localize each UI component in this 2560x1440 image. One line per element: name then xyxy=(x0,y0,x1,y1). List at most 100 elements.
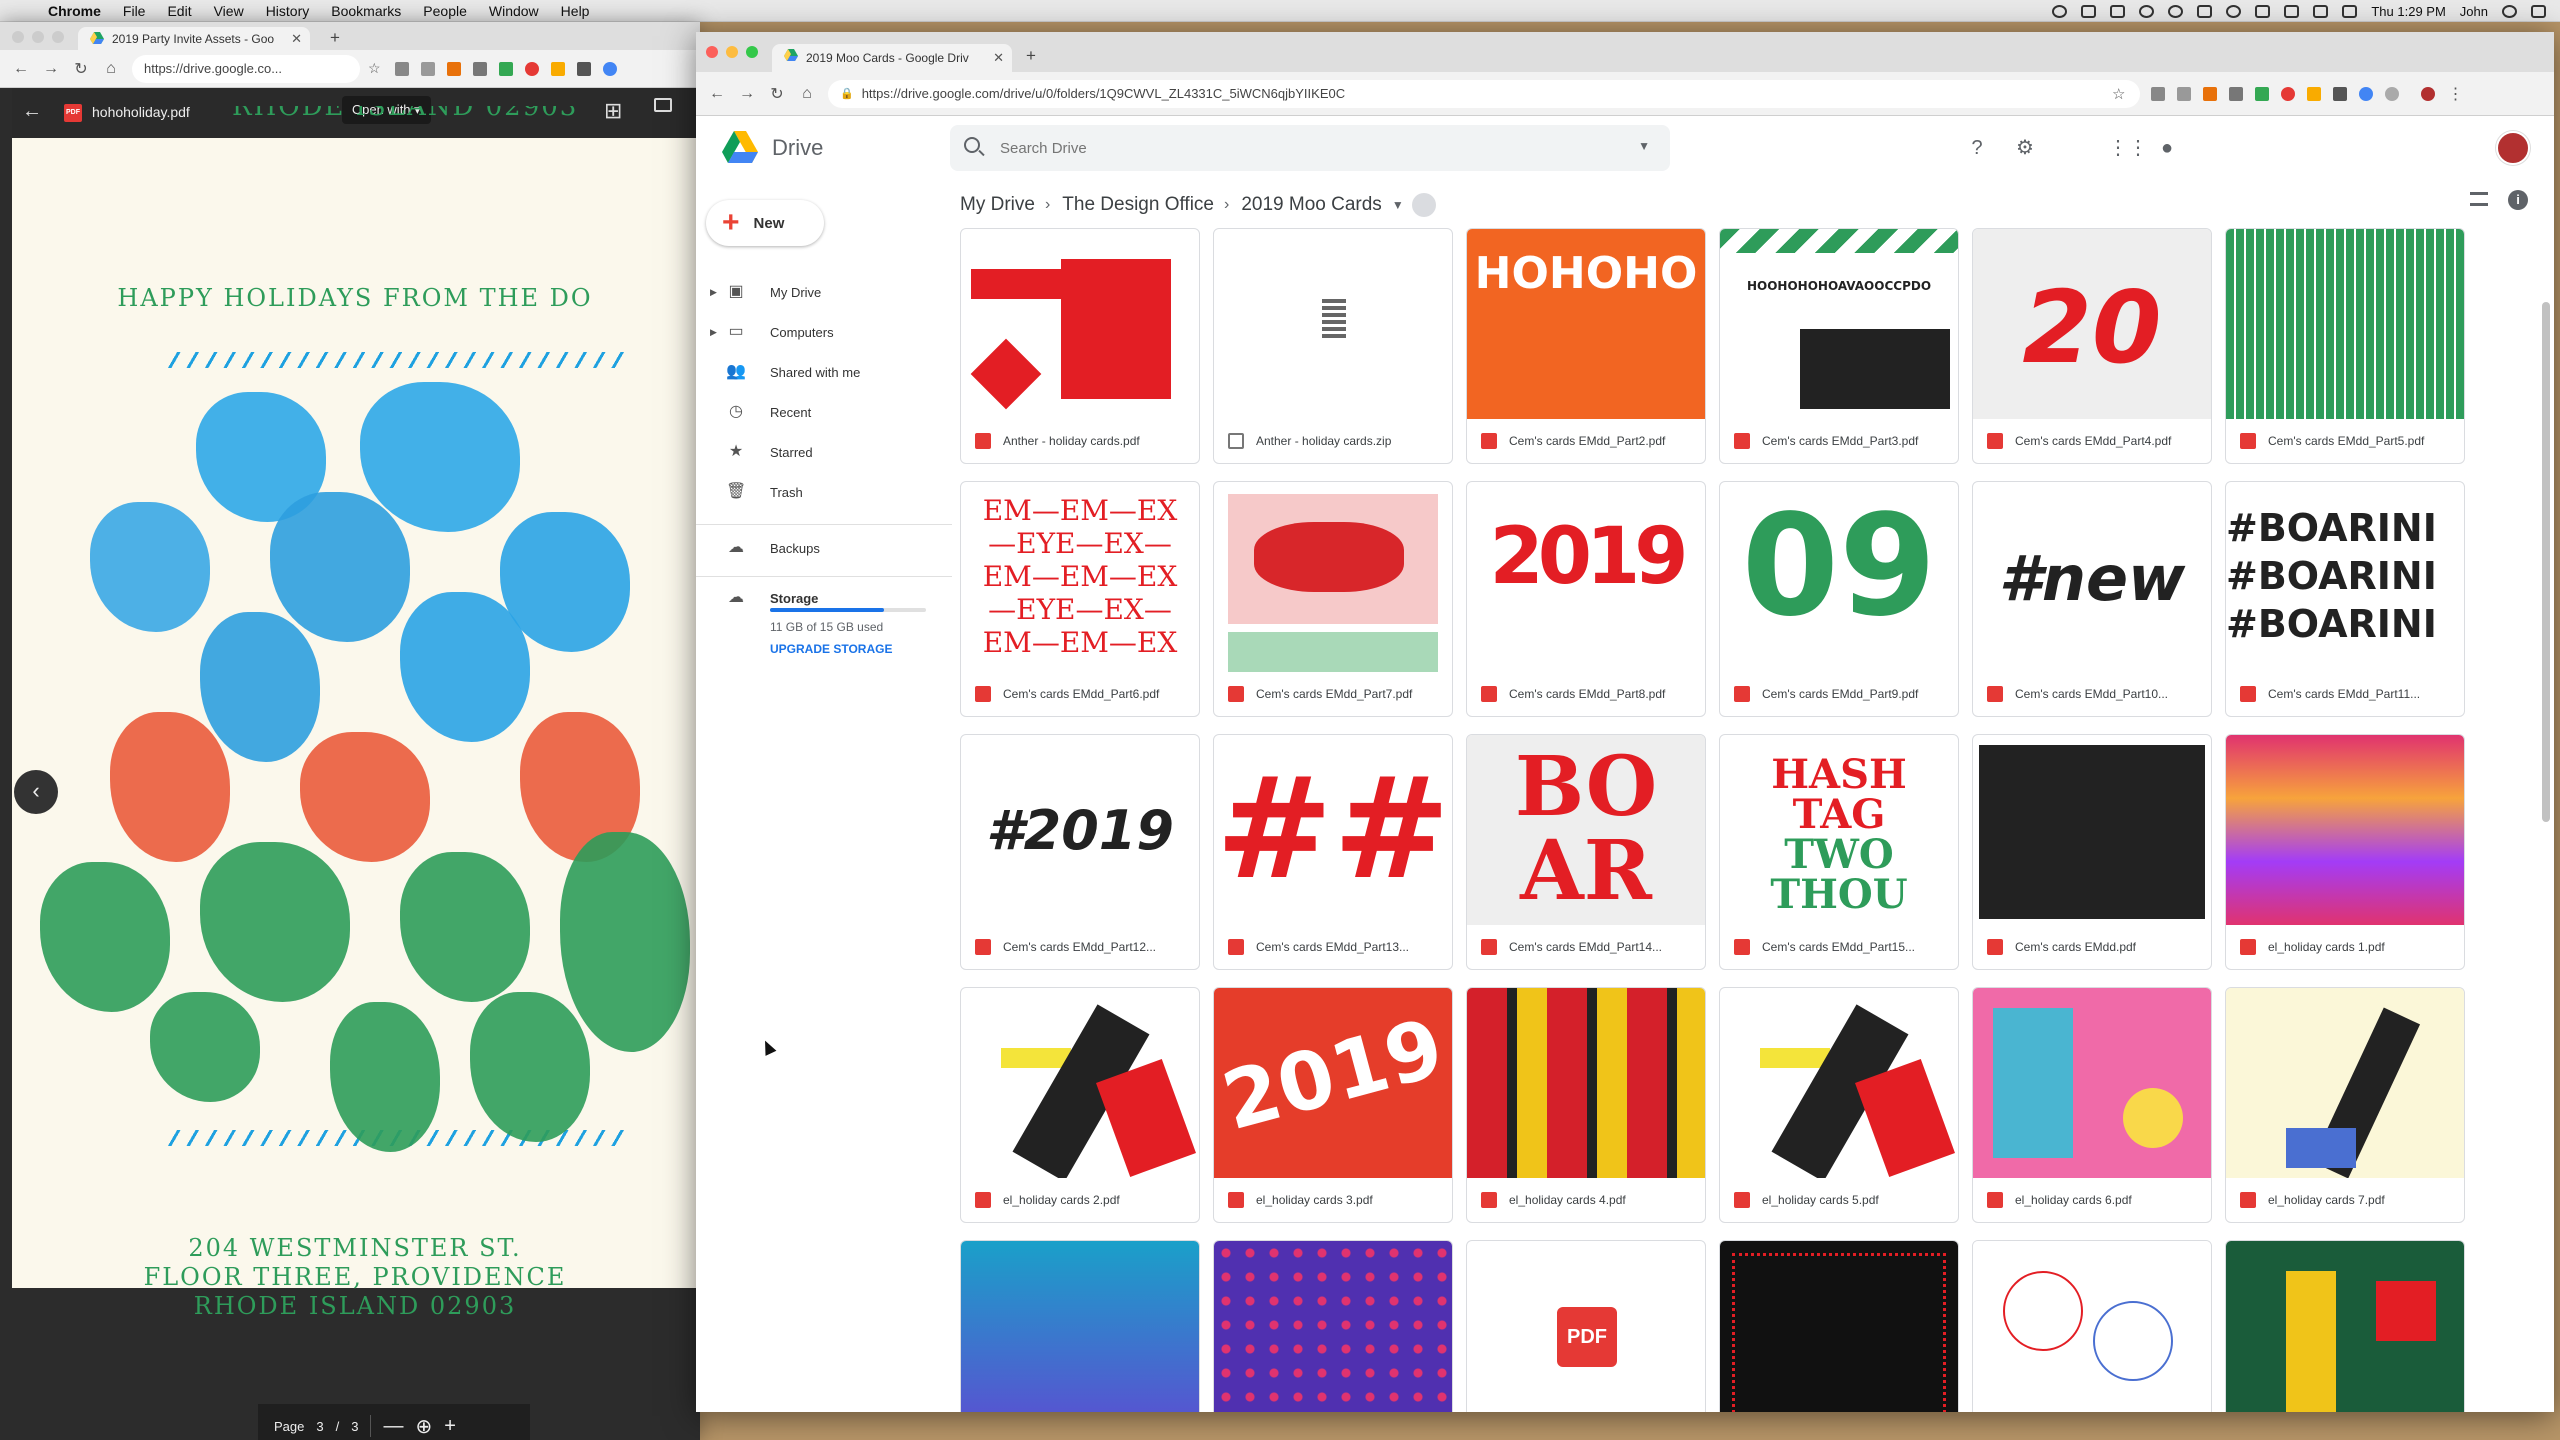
search-bar[interactable]: ▼ xyxy=(950,125,1670,171)
file-thumbnail[interactable] xyxy=(2226,229,2464,419)
file-thumbnail[interactable]: 09 xyxy=(1720,482,1958,672)
file-thumbnail[interactable] xyxy=(961,1241,1199,1412)
expand-caret-icon[interactable]: ▶ xyxy=(710,287,717,298)
chevron-down-icon[interactable]: ▼ xyxy=(1392,198,1404,212)
reload-icon[interactable]: ↻ xyxy=(768,84,786,104)
help-icon[interactable]: ? xyxy=(1966,137,1988,159)
extension-icon[interactable] xyxy=(2385,86,2400,101)
file-thumbnail[interactable] xyxy=(961,229,1199,419)
file-card[interactable]: 09 Cem's cards EMdd_Part9.pdf xyxy=(1719,481,1959,717)
file-card[interactable]: HASH TAG TWO THOU Cem's cards EMdd_Part15... xyxy=(1719,734,1959,970)
new-tab-icon[interactable]: + xyxy=(1026,46,1036,66)
file-thumbnail[interactable] xyxy=(2226,735,2464,925)
file-card[interactable] xyxy=(1972,1240,2212,1412)
file-card[interactable] xyxy=(960,1240,1200,1412)
clock[interactable]: Thu 1:29 PM xyxy=(2371,4,2445,19)
file-thumbnail[interactable] xyxy=(2226,988,2464,1178)
menu-history[interactable]: History xyxy=(266,3,310,19)
info-icon[interactable]: i xyxy=(2508,190,2528,210)
file-thumbnail[interactable]: ## xyxy=(1214,735,1452,925)
extension-icon[interactable] xyxy=(550,61,565,76)
file-card[interactable]: EM—EM—EX —EYE—EX— EM—EM—EX —EYE—EX— EM—EM—EX… xyxy=(960,481,1200,717)
search-input[interactable] xyxy=(1000,125,1620,171)
page-current[interactable]: 3 xyxy=(316,1419,323,1434)
file-card[interactable]: #new Cem's cards EMdd_Part10... xyxy=(1972,481,2212,717)
settings-gear-icon[interactable]: ⚙ xyxy=(2014,137,2036,159)
file-thumbnail[interactable]: 2019 xyxy=(1214,988,1452,1178)
sidebar-item-computers[interactable]: ▶ ▭ Computers xyxy=(696,314,952,350)
close-window-icon[interactable] xyxy=(12,31,24,43)
file-thumbnail[interactable] xyxy=(1973,988,2211,1178)
extension-icon[interactable] xyxy=(420,61,435,76)
file-card[interactable]: Anther - holiday cards.zip xyxy=(1213,228,1453,464)
back-icon[interactable]: ← xyxy=(12,60,30,78)
sidebar-item-backups[interactable]: ☁ Backups xyxy=(696,530,952,566)
file-card[interactable]: Cem's cards EMdd_Part5.pdf xyxy=(2225,228,2465,464)
file-thumbnail[interactable] xyxy=(1973,735,2211,925)
zoom-in-icon[interactable]: + xyxy=(444,1415,456,1438)
back-icon[interactable]: ← xyxy=(708,85,726,103)
tab-party-invite-assets[interactable]: 2019 Party Invite Assets - Goo ✕ xyxy=(78,27,310,50)
file-thumbnail[interactable] xyxy=(961,988,1199,1178)
file-thumbnail[interactable]: 20 xyxy=(1973,229,2211,419)
extension-icon[interactable] xyxy=(2281,86,2296,101)
previous-file-button[interactable]: ‹ xyxy=(14,770,58,814)
reload-icon[interactable]: ↻ xyxy=(72,59,90,79)
file-thumbnail[interactable] xyxy=(1214,1241,1452,1412)
notifications-icon[interactable]: ● xyxy=(2156,137,2178,159)
address-bar[interactable]: 🔒 https://drive.google.com/drive/u/0/fol… xyxy=(828,79,2140,108)
upgrade-storage-link[interactable]: UPGRADE STORAGE xyxy=(770,642,926,656)
google-drive-logo[interactable] xyxy=(722,131,758,163)
file-thumbnail[interactable] xyxy=(1214,482,1452,672)
extension-icon[interactable] xyxy=(2307,86,2322,101)
extension-icon[interactable] xyxy=(524,61,539,76)
forward-icon[interactable]: → xyxy=(738,85,756,103)
new-tab-icon[interactable]: + xyxy=(330,28,340,48)
menu-bookmarks[interactable]: Bookmarks xyxy=(331,3,401,19)
user-name[interactable]: John xyxy=(2460,4,2488,19)
scrollbar[interactable] xyxy=(2542,302,2550,822)
chrome-menu-icon[interactable]: ⋮ xyxy=(2447,84,2463,104)
file-card[interactable]: PDF xyxy=(1466,1240,1706,1412)
zoom-window-icon[interactable] xyxy=(52,31,64,43)
file-card[interactable]: 2019 el_holiday cards 3.pdf xyxy=(1213,987,1453,1223)
file-thumbnail[interactable]: #new xyxy=(1973,482,2211,672)
menu-edit[interactable]: Edit xyxy=(167,3,191,19)
file-thumbnail[interactable]: BO AR xyxy=(1467,735,1705,925)
extension-icon[interactable] xyxy=(2359,86,2374,101)
close-window-icon[interactable] xyxy=(706,46,718,58)
file-thumbnail[interactable] xyxy=(2226,1241,2464,1412)
file-card[interactable] xyxy=(1213,1240,1453,1412)
extension-icon[interactable] xyxy=(2177,86,2192,101)
file-thumbnail[interactable] xyxy=(1720,1241,1958,1412)
address-bar[interactable]: https://drive.google.co... xyxy=(132,54,360,83)
shared-folder-icon[interactable] xyxy=(1411,193,1436,217)
notification-center-icon[interactable] xyxy=(2531,4,2546,18)
file-thumbnail[interactable]: PDF xyxy=(1467,1241,1705,1412)
search-icon[interactable] xyxy=(964,137,980,153)
home-icon[interactable]: ⌂ xyxy=(102,60,120,78)
file-card[interactable]: #BOARINI #BOARINI #BOARINI Cem's cards EMdd… xyxy=(2225,481,2465,717)
file-card[interactable] xyxy=(2225,1240,2465,1412)
new-button[interactable]: + New xyxy=(706,200,824,246)
file-thumbnail[interactable]: EM—EM—EX —EYE—EX— EM—EM—EX —EYE—EX— EM—EM—EX xyxy=(961,482,1199,672)
drive-title[interactable]: Drive xyxy=(772,135,823,161)
forward-icon[interactable]: → xyxy=(42,60,60,78)
status-icon[interactable] xyxy=(2052,4,2068,18)
list-view-icon[interactable] xyxy=(2470,192,2488,206)
extension-icon[interactable] xyxy=(2203,86,2218,101)
menu-file[interactable]: File xyxy=(123,3,146,19)
apps-grid-icon[interactable]: ⋮⋮ xyxy=(2108,137,2148,159)
file-card[interactable]: HOOHOHOHOAVAOOCCPDO Cem's cards EMdd_Part… xyxy=(1719,228,1959,464)
close-tab-icon[interactable]: ✕ xyxy=(291,31,302,47)
breadcrumb-current-folder[interactable]: 2019 Moo Cards xyxy=(1241,194,1381,216)
wifi-icon[interactable] xyxy=(2226,4,2242,18)
extension-icon[interactable] xyxy=(394,61,409,76)
extension-icon[interactable] xyxy=(472,61,487,76)
file-thumbnail[interactable]: 2019 xyxy=(1467,482,1705,672)
bookmark-star-icon[interactable]: ☆ xyxy=(368,60,381,77)
sidebar-item-recent[interactable]: ◷ Recent xyxy=(696,394,952,430)
file-card[interactable]: el_holiday cards 6.pdf xyxy=(1972,987,2212,1223)
bookmark-star-icon[interactable]: ☆ xyxy=(2112,85,2125,103)
minimize-window-icon[interactable] xyxy=(32,31,44,43)
